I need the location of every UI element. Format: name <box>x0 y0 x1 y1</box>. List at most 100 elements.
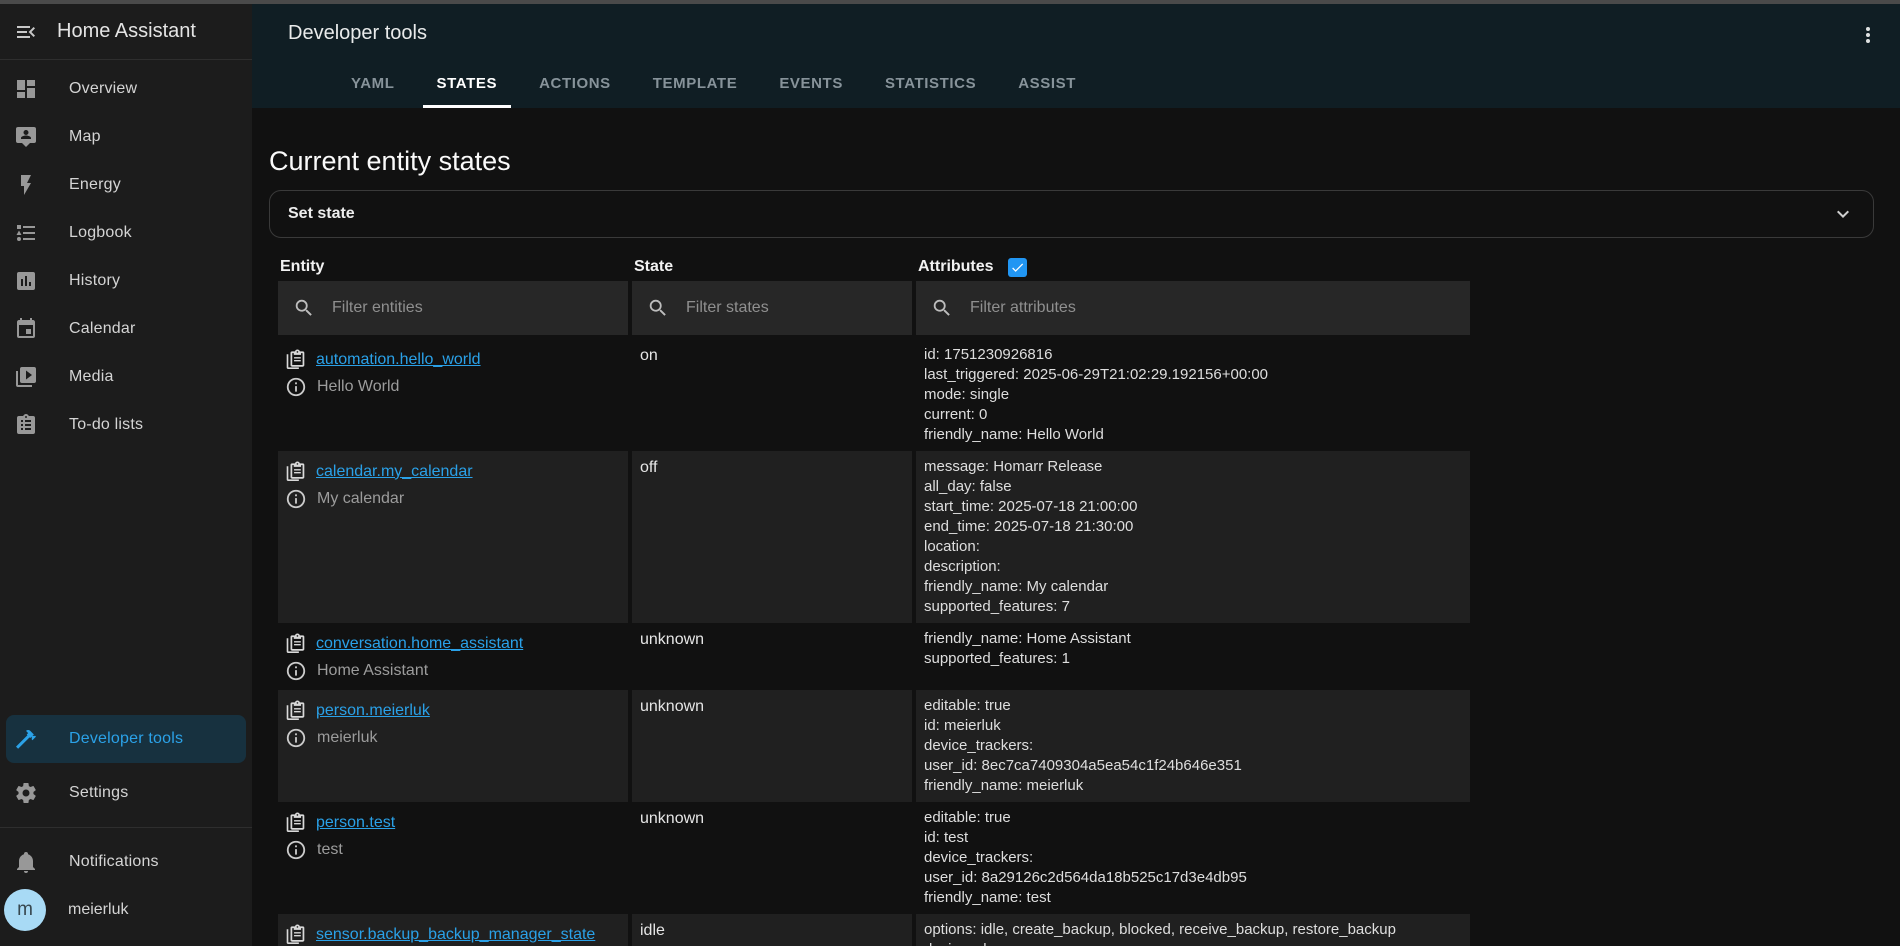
entity-friendly-name: Home Assistant <box>317 662 428 680</box>
bell-icon <box>14 850 38 874</box>
tab-actions[interactable]: ACTIONS <box>525 62 625 108</box>
entities-table: Entity State Attributes <box>278 256 1470 946</box>
entity-cell: sensor.backup_backup_manager_state Backu… <box>278 914 628 946</box>
copy-entity-id-icon[interactable] <box>284 699 307 722</box>
tab-states[interactable]: STATES <box>423 62 512 108</box>
set-state-expansion-panel[interactable]: Set state <box>269 190 1874 238</box>
tab-statistics[interactable]: STATISTICS <box>871 62 990 108</box>
table-rows: automation.hello_world Hello World on id… <box>278 339 1470 946</box>
clipboard-list-icon <box>14 413 38 437</box>
sidebar-item-label: Map <box>69 128 101 146</box>
sidebar-item-label: History <box>69 272 120 290</box>
tab-assist[interactable]: ASSIST <box>1004 62 1090 108</box>
column-header-state: State <box>632 258 912 276</box>
sidebar-item-label: To-do lists <box>69 416 143 434</box>
entity-cell: automation.hello_world Hello World <box>278 339 628 451</box>
user-name: meierluk <box>68 901 128 919</box>
entity-id-link[interactable]: person.meierluk <box>316 702 430 720</box>
calendar-icon <box>14 317 38 341</box>
sidebar-item-calendar[interactable]: Calendar <box>0 305 252 353</box>
copy-entity-id-icon[interactable] <box>284 632 307 655</box>
sidebar-item-label: Logbook <box>69 224 132 242</box>
sidebar-item-energy[interactable]: Energy <box>0 161 252 209</box>
entity-id-link[interactable]: automation.hello_world <box>316 351 481 369</box>
copy-entity-id-icon[interactable] <box>284 348 307 371</box>
state-cell: unknown <box>632 802 912 914</box>
dashboard-icon <box>14 77 38 101</box>
info-icon[interactable] <box>285 376 307 398</box>
info-icon[interactable] <box>285 839 307 861</box>
entity-id-link[interactable]: sensor.backup_backup_manager_state <box>316 926 595 944</box>
sidebar-header: Home Assistant <box>0 4 252 60</box>
entity-friendly-name: Hello World <box>317 378 399 396</box>
filter-row <box>278 281 1470 335</box>
filter-entities-input[interactable] <box>330 298 593 318</box>
copy-entity-id-icon[interactable] <box>284 923 307 946</box>
state-filter-box <box>632 281 912 335</box>
sidebar-item-developer-tools[interactable]: Developer tools <box>6 715 246 763</box>
sidebar: Home Assistant Overview Map Energy Logbo… <box>0 4 252 946</box>
entity-friendly-name: My calendar <box>317 490 404 508</box>
sidebar-item-overview[interactable]: Overview <box>0 65 252 113</box>
entity-friendly-name: meierluk <box>317 729 377 747</box>
sidebar-item-history[interactable]: History <box>0 257 252 305</box>
tab-template[interactable]: TEMPLATE <box>639 62 752 108</box>
search-icon <box>293 297 315 319</box>
info-icon[interactable] <box>285 660 307 682</box>
sidebar-item-media[interactable]: Media <box>0 353 252 401</box>
tab-yaml[interactable]: YAML <box>337 62 409 108</box>
sidebar-toggle-menu-icon[interactable] <box>14 20 38 44</box>
state-cell: unknown <box>632 690 912 802</box>
section-heading: Current entity states <box>269 146 1900 176</box>
attributes-cell: message: Homarr Release all_day: false s… <box>916 451 1470 623</box>
attributes-checkbox[interactable] <box>1008 258 1027 277</box>
window-top-strip <box>0 0 1900 4</box>
info-icon[interactable] <box>285 488 307 510</box>
attributes-cell: editable: true id: test device_trackers:… <box>916 802 1470 914</box>
entity-id-link[interactable]: calendar.my_calendar <box>316 463 473 481</box>
map-account-icon <box>14 125 38 149</box>
sidebar-item-notifications[interactable]: Notifications <box>0 838 252 886</box>
app-title: Home Assistant <box>57 20 196 43</box>
entity-filter-box <box>278 281 628 335</box>
state-cell: on <box>632 339 912 451</box>
attributes-label: Attributes <box>918 258 994 276</box>
sidebar-item-label: Media <box>69 368 114 386</box>
table-row: calendar.my_calendar My calendar off mes… <box>278 451 1470 623</box>
entity-id-link[interactable]: person.test <box>316 814 395 832</box>
sidebar-item-map[interactable]: Map <box>0 113 252 161</box>
table-row: conversation.home_assistant Home Assista… <box>278 623 1470 690</box>
attributes-cell: options: idle, create_backup, blocked, r… <box>916 914 1470 946</box>
filter-states-input[interactable] <box>684 298 894 318</box>
logbook-list-icon <box>14 221 38 245</box>
chevron-down-icon <box>1831 202 1855 226</box>
kebab-menu-icon[interactable] <box>1856 23 1880 47</box>
sidebar-item-label: Energy <box>69 176 121 194</box>
set-state-label: Set state <box>288 205 355 223</box>
copy-entity-id-icon[interactable] <box>284 460 307 483</box>
chart-box-icon <box>14 269 38 293</box>
state-cell: unknown <box>632 623 912 690</box>
attributes-cell: editable: true id: meierluk device_track… <box>916 690 1470 802</box>
table-header-row: Entity State Attributes <box>278 256 1470 278</box>
copy-entity-id-icon[interactable] <box>284 811 307 834</box>
sidebar-item-todo-lists[interactable]: To-do lists <box>0 401 252 449</box>
tab-events[interactable]: EVENTS <box>765 62 857 108</box>
sidebar-item-label: Developer tools <box>69 730 183 748</box>
filter-attributes-input[interactable] <box>968 298 1384 318</box>
column-header-entity: Entity <box>278 258 628 276</box>
sidebar-item-settings[interactable]: Settings <box>0 769 252 817</box>
sidebar-item-label: Calendar <box>69 320 136 338</box>
table-row: sensor.backup_backup_manager_state Backu… <box>278 914 1470 946</box>
search-icon <box>647 297 669 319</box>
sidebar-item-user-profile[interactable]: m meierluk <box>0 886 252 934</box>
info-icon[interactable] <box>285 727 307 749</box>
state-cell: off <box>632 451 912 623</box>
table-row: person.test test unknown editable: true … <box>278 802 1470 914</box>
sidebar-nav: Overview Map Energy Logbook History Cale… <box>0 60 252 449</box>
entity-cell: person.test test <box>278 802 628 914</box>
sidebar-item-label: Overview <box>69 80 137 98</box>
entity-friendly-name: test <box>317 841 343 859</box>
sidebar-item-logbook[interactable]: Logbook <box>0 209 252 257</box>
entity-id-link[interactable]: conversation.home_assistant <box>316 635 523 653</box>
